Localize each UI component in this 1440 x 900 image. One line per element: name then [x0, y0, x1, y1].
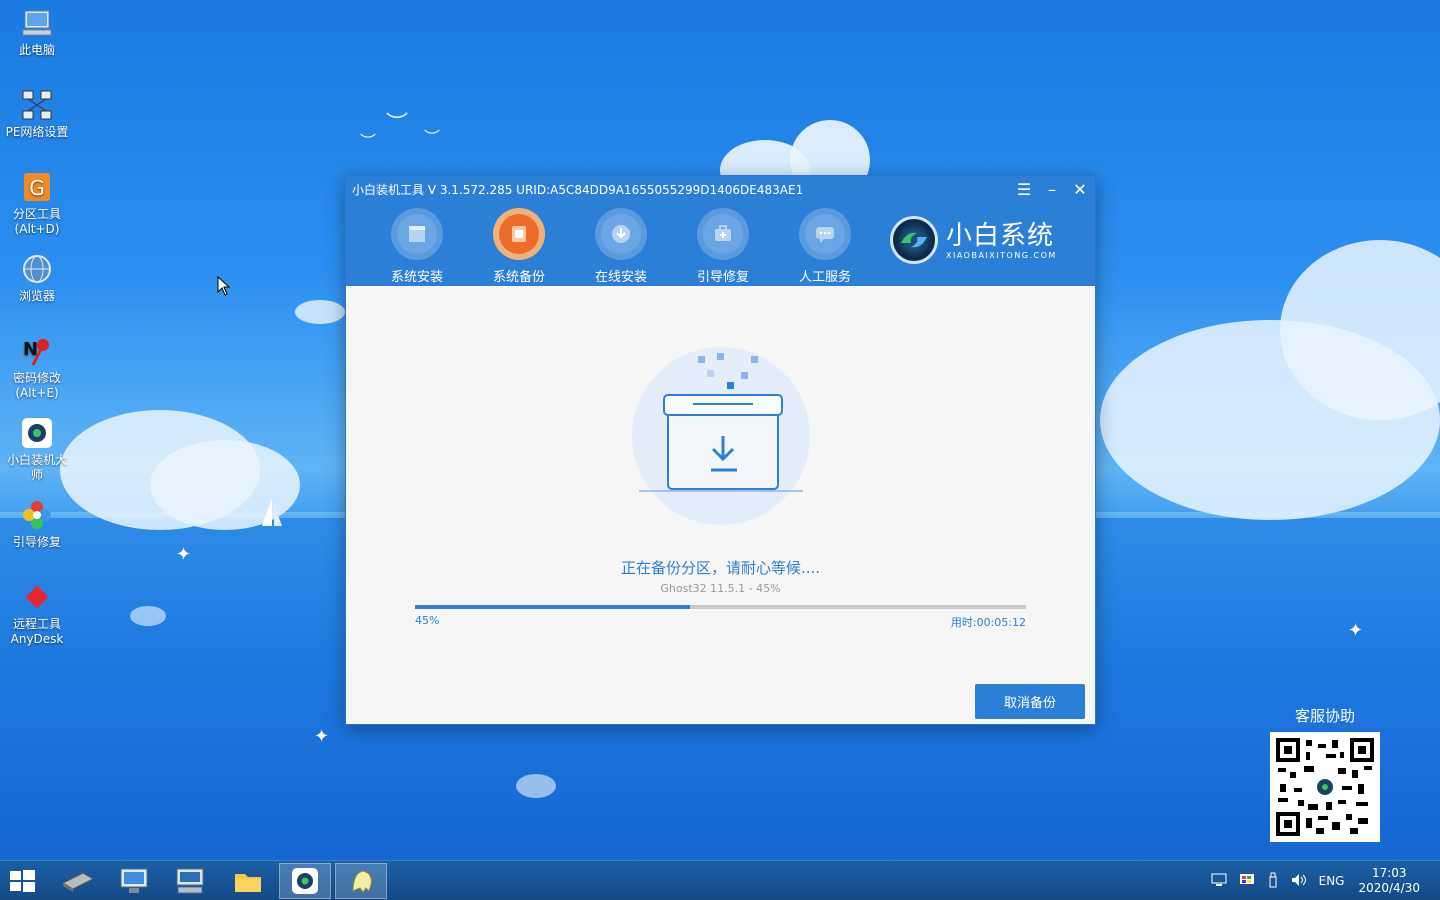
- usb-tray-icon[interactable]: [1267, 872, 1279, 891]
- backup-box-illustration: [632, 347, 810, 525]
- desktop-icon-this-pc[interactable]: 此电脑: [4, 6, 70, 58]
- sailboat-decoration: [262, 498, 282, 526]
- tab-system-install[interactable]: 系统安装: [366, 208, 468, 285]
- network-icon: [20, 88, 54, 122]
- network-tray-icon[interactable]: [1211, 873, 1227, 890]
- globe-icon: [20, 252, 54, 286]
- online-install-icon: [601, 214, 641, 254]
- cloud: [516, 774, 556, 798]
- cancel-backup-button[interactable]: 取消备份: [975, 684, 1085, 719]
- computer-icon: [20, 6, 54, 40]
- sparkle-decoration: ✦: [1348, 620, 1364, 641]
- xiaobai-installer-window: 小白装机工具 V 3.1.572.285 URID:A5C84DD9A16550…: [345, 175, 1096, 725]
- desktop-icon-password-tool[interactable]: N 密码修改 (Alt+E): [4, 334, 70, 401]
- close-icon[interactable]: ✕: [1068, 180, 1092, 199]
- desktop-icon-partition-tool[interactable]: G 分区工具 (Alt+D): [4, 170, 70, 237]
- mouse-cursor-icon: [217, 276, 231, 296]
- tab-boot-repair[interactable]: 引导修复: [672, 208, 774, 285]
- backup-progress-bar: [415, 605, 1026, 609]
- progress-percent: 45%: [415, 614, 440, 627]
- bird-decoration: ︶: [386, 112, 409, 137]
- xiaobai-logo-icon: [20, 416, 54, 450]
- bird-decoration: ︶: [424, 128, 441, 147]
- backup-status-text: 正在备份分区，请耐心等候....: [620, 559, 821, 577]
- anydesk-icon: [20, 580, 54, 614]
- bird-decoration: ︶: [360, 132, 377, 151]
- brand-logo-block: 小白系统 XIAOBAIXITONG.COM: [890, 216, 1057, 264]
- desktop-icon-browser[interactable]: 浏览器: [4, 252, 70, 304]
- main-nav: 系统安装 系统备份 在线安装 引导修复 人工服务: [366, 208, 876, 285]
- system-tray: ENG 17:03 2020/4/30: [1199, 861, 1420, 900]
- taskbar-xiaobai-app[interactable]: [279, 863, 331, 899]
- taskbar-folder-app[interactable]: [222, 863, 274, 899]
- partition-tool-icon: G: [20, 170, 54, 204]
- volume-tray-icon[interactable]: [1291, 873, 1307, 890]
- support-chat-icon: [805, 214, 845, 254]
- desktop-icon-boot-repair[interactable]: 引导修复: [4, 498, 70, 550]
- terminal-icon: [176, 868, 204, 894]
- system-backup-icon: [499, 214, 539, 254]
- clock-time: 17:03: [1371, 866, 1407, 880]
- desktop-icon-pe-network[interactable]: PE网络设置: [4, 88, 70, 140]
- progress-fill: [415, 605, 690, 609]
- windows-start-icon[interactable]: [8, 869, 36, 893]
- hard-drive-icon: [61, 872, 95, 892]
- cloud: [130, 606, 166, 626]
- password-key-icon: N: [20, 334, 54, 368]
- backup-progress-panel: 正在备份分区，请耐心等候.... Ghost32 11.5.1 - 45% 45…: [346, 286, 1095, 724]
- taskbar-drive-app[interactable]: [52, 863, 104, 899]
- svg-text:G: G: [29, 176, 45, 200]
- brand-logo-icon: [890, 216, 938, 264]
- minimize-icon[interactable]: –: [1040, 180, 1064, 199]
- tab-online-install[interactable]: 在线安装: [570, 208, 672, 285]
- xiaobai-logo-icon: [292, 868, 318, 894]
- boot-repair-flower-icon: [20, 498, 54, 532]
- tab-system-backup[interactable]: 系统备份: [468, 208, 570, 285]
- taskbar-ghost-app[interactable]: [335, 863, 387, 899]
- folder-icon: [235, 874, 261, 892]
- taskbar-terminal-app[interactable]: [164, 863, 216, 899]
- brand-name: 小白系统: [946, 220, 1055, 251]
- language-indicator[interactable]: ENG: [1319, 874, 1345, 888]
- window-titlebar: 小白装机工具 V 3.1.572.285 URID:A5C84DD9A16550…: [346, 176, 1095, 286]
- backup-substatus-text: Ghost32 11.5.1 - 45%: [660, 582, 781, 595]
- ghost-icon: [352, 870, 372, 893]
- sparkle-decoration: ✦: [314, 726, 330, 747]
- support-qr-code[interactable]: [1270, 732, 1380, 842]
- taskbar-computer-app[interactable]: [108, 863, 160, 899]
- desktop-icon-xiaobai[interactable]: 小白装机大 师: [4, 416, 70, 483]
- taskbar: ENG 17:03 2020/4/30: [0, 860, 1440, 900]
- menu-icon[interactable]: ☰: [1012, 180, 1036, 199]
- boot-repair-icon: [703, 214, 743, 254]
- qr-code-icon: [1276, 738, 1374, 836]
- desktop-icon-anydesk[interactable]: 远程工具 AnyDesk: [4, 580, 70, 647]
- tab-support[interactable]: 人工服务: [774, 208, 876, 285]
- monitor-tray-icon[interactable]: [1239, 873, 1255, 890]
- sparkle-decoration: ✦: [176, 544, 192, 565]
- qr-title: 客服协助: [1294, 707, 1355, 725]
- cloud: [295, 300, 345, 324]
- elapsed-time: 用时:00:05:12: [950, 616, 1026, 629]
- brand-url: XIAOBAIXITONG.COM: [946, 250, 1057, 260]
- taskbar-clock[interactable]: 17:03 2020/4/30: [1358, 866, 1420, 896]
- window-title: 小白装机工具 V 3.1.572.285 URID:A5C84DD9A16550…: [352, 183, 804, 197]
- support-qr-block: 客服协助: [1270, 705, 1380, 842]
- clock-date: 2020/4/30: [1358, 881, 1420, 895]
- monitor-icon: [120, 868, 148, 893]
- system-install-icon: [397, 214, 437, 254]
